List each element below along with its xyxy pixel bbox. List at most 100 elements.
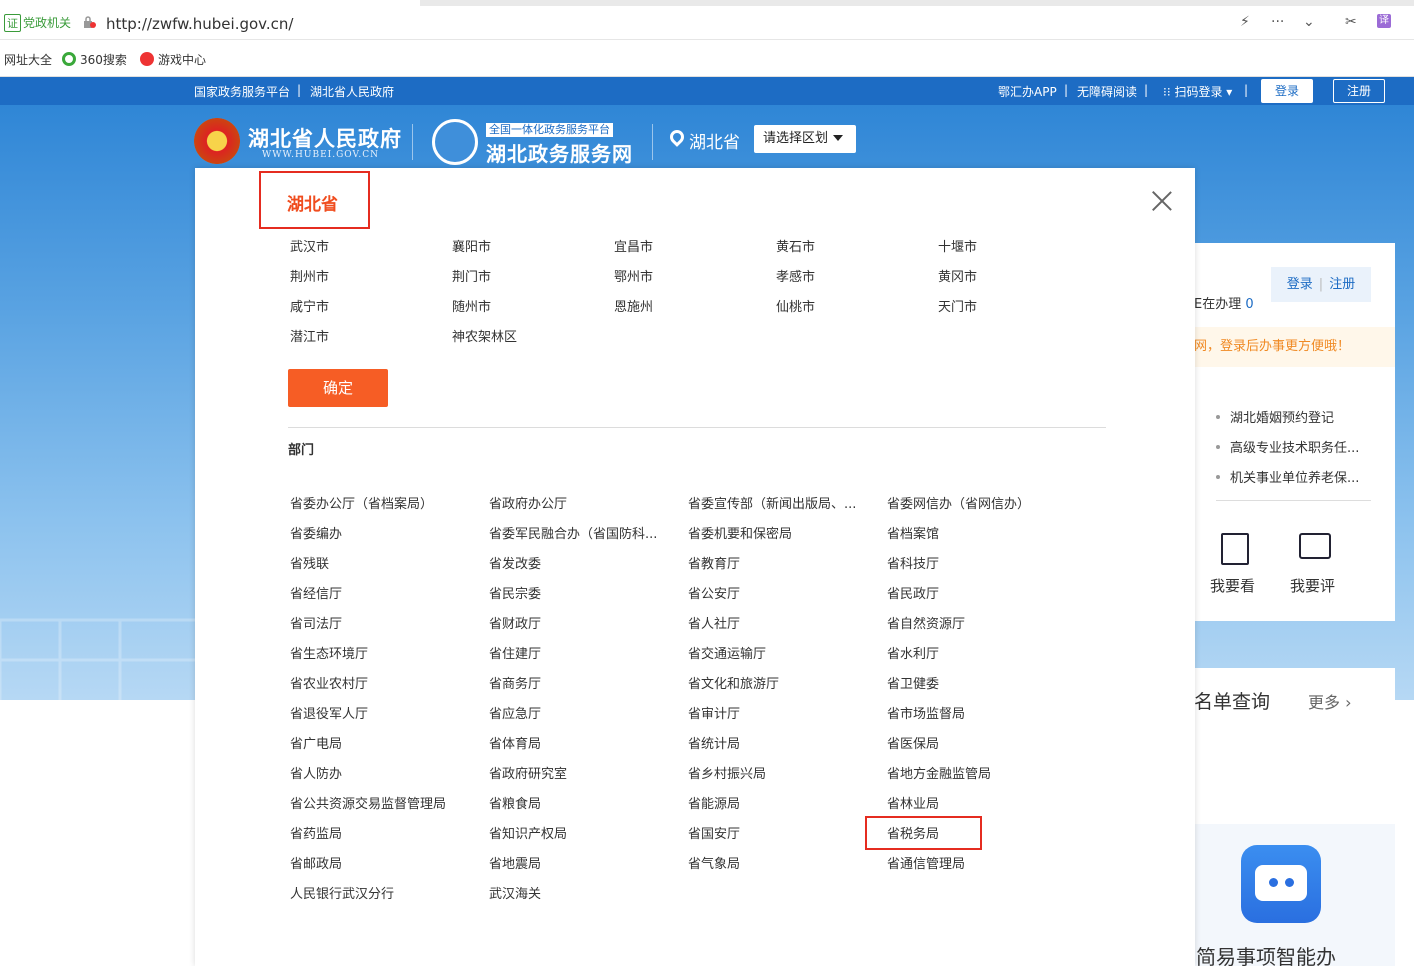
department-item[interactable]: 省委军民融合办（省国防科...: [489, 523, 657, 542]
more-icon[interactable]: ···: [1271, 14, 1284, 30]
city-item[interactable]: 黄石市: [776, 236, 815, 255]
rate-button[interactable]: 我要评: [1290, 575, 1335, 596]
department-item[interactable]: 省残联: [290, 553, 329, 572]
department-item[interactable]: 省退役军人厅: [290, 703, 368, 722]
department-item[interactable]: 省市场监督局: [887, 703, 965, 722]
city-item[interactable]: 荆门市: [452, 266, 491, 285]
city-item[interactable]: 天门市: [938, 296, 977, 315]
department-item[interactable]: 省林业局: [887, 793, 939, 812]
department-item[interactable]: 省体育局: [489, 733, 541, 752]
list-item[interactable]: 机关事业单位养老保...: [1216, 467, 1359, 486]
cert-label[interactable]: 证党政机关: [4, 14, 71, 32]
department-item[interactable]: 省住建厅: [489, 643, 541, 662]
city-item[interactable]: 潜江市: [290, 326, 329, 345]
confirm-button[interactable]: 确定: [288, 369, 388, 407]
link-provincial-gov[interactable]: 湖北省人民政府: [310, 83, 394, 100]
city-item[interactable]: 鄂州市: [614, 266, 653, 285]
department-item[interactable]: 省乡村振兴局: [688, 763, 766, 782]
city-item[interactable]: 神农架林区: [452, 326, 517, 345]
city-item[interactable]: 武汉市: [290, 236, 329, 255]
department-item[interactable]: 省医保局: [887, 733, 939, 752]
department-item[interactable]: 省能源局: [688, 793, 740, 812]
list-query-title[interactable]: 名单查询: [1194, 687, 1270, 714]
bookmark-item[interactable]: 游戏中心: [140, 51, 206, 68]
robot-icon[interactable]: [1241, 845, 1321, 923]
department-item[interactable]: 省药监局: [290, 823, 342, 842]
bookmark-item[interactable]: 网址大全: [4, 51, 52, 68]
city-item[interactable]: 仙桃市: [776, 296, 815, 315]
city-item[interactable]: 随州市: [452, 296, 491, 315]
department-item[interactable]: 省政府办公厅: [489, 493, 567, 512]
document-view-icon[interactable]: [1221, 533, 1249, 565]
chevron-down-icon[interactable]: ⌄: [1303, 14, 1315, 30]
department-item[interactable]: 省委宣传部（新闻出版局、...: [688, 493, 856, 512]
city-item[interactable]: 黄冈市: [938, 266, 977, 285]
department-item[interactable]: 省商务厅: [489, 673, 541, 692]
lightning-icon[interactable]: ⚡: [1240, 14, 1250, 30]
more-link[interactable]: 更多 ›: [1308, 689, 1352, 713]
department-item[interactable]: 省委网信办（省网信办）: [887, 493, 1030, 512]
department-item[interactable]: 省知识产权局: [489, 823, 567, 842]
department-item[interactable]: 省卫健委: [887, 673, 939, 692]
region-select[interactable]: 请选择区划: [754, 125, 856, 153]
header-login-button[interactable]: 登录: [1261, 79, 1313, 103]
department-item[interactable]: 省气象局: [688, 853, 740, 872]
department-item[interactable]: 省统计局: [688, 733, 740, 752]
department-item[interactable]: 省委办公厅（省档案局）: [290, 493, 433, 512]
list-item[interactable]: 高级专业技术职务任...: [1216, 437, 1359, 456]
gov-title[interactable]: 湖北省人民政府: [248, 123, 402, 153]
in-progress-count[interactable]: 0: [1245, 297, 1253, 312]
department-item[interactable]: 省委机要和保密局: [688, 523, 792, 542]
department-item[interactable]: 人民银行武汉分行: [290, 883, 394, 902]
department-item[interactable]: 省交通运输厅: [688, 643, 766, 662]
department-item[interactable]: 省人社厅: [688, 613, 740, 632]
department-item[interactable]: 省通信管理局: [887, 853, 965, 872]
city-item[interactable]: 恩施州: [614, 296, 653, 315]
department-item[interactable]: 省邮政局: [290, 853, 342, 872]
see-button[interactable]: 我要看: [1210, 575, 1255, 596]
header-register-button[interactable]: 注册: [1333, 79, 1385, 103]
city-item[interactable]: 孝感市: [776, 266, 815, 285]
panel-login-link[interactable]: 登录: [1287, 277, 1313, 292]
link-app[interactable]: 鄂汇办APP: [998, 83, 1057, 100]
department-item[interactable]: 省财政厅: [489, 613, 541, 632]
department-item[interactable]: 省广电局: [290, 733, 342, 752]
city-item[interactable]: 襄阳市: [452, 236, 491, 255]
department-item[interactable]: 省政府研究室: [489, 763, 567, 782]
link-accessibility[interactable]: 无障碍阅读: [1077, 83, 1137, 100]
department-item[interactable]: 省司法厅: [290, 613, 342, 632]
url-input[interactable]: http://zwfw.hubei.gov.cn/: [106, 15, 293, 33]
city-item[interactable]: 宜昌市: [614, 236, 653, 255]
department-item[interactable]: 省文化和旅游厅: [688, 673, 779, 692]
smart-service-title[interactable]: 简易事项智能办: [1196, 941, 1336, 966]
department-item[interactable]: 省档案馆: [887, 523, 939, 542]
department-item[interactable]: 武汉海关: [489, 883, 541, 902]
department-item[interactable]: 省科技厅: [887, 553, 939, 572]
department-item[interactable]: 省民政厅: [887, 583, 939, 602]
close-icon[interactable]: [1151, 190, 1173, 212]
department-item[interactable]: 省发改委: [489, 553, 541, 572]
department-item[interactable]: 省公共资源交易监督管理局: [290, 793, 446, 812]
insecure-lock-icon[interactable]: [82, 15, 96, 29]
department-item[interactable]: 省自然资源厅: [887, 613, 965, 632]
list-item[interactable]: 湖北婚姻预约登记: [1216, 407, 1334, 426]
bookmark-item[interactable]: 360搜索: [62, 51, 127, 68]
link-national-platform[interactable]: 国家政务服务平台: [194, 83, 290, 100]
province-title[interactable]: 湖北省: [287, 190, 338, 215]
department-item[interactable]: 省应急厅: [489, 703, 541, 722]
translate-icon[interactable]: 译: [1377, 14, 1391, 28]
department-item[interactable]: 省经信厅: [290, 583, 342, 602]
department-item[interactable]: 省国安厅: [688, 823, 740, 842]
service-title[interactable]: 湖北政务服务网: [486, 138, 633, 167]
panel-register-link[interactable]: 注册: [1329, 277, 1355, 292]
department-item[interactable]: 省生态环境厅: [290, 643, 368, 662]
department-item[interactable]: 省审计厅: [688, 703, 740, 722]
city-item[interactable]: 咸宁市: [290, 296, 329, 315]
department-item[interactable]: 省地震局: [489, 853, 541, 872]
department-item[interactable]: 省农业农村厅: [290, 673, 368, 692]
department-item[interactable]: 省民宗委: [489, 583, 541, 602]
department-item[interactable]: 省水利厅: [887, 643, 939, 662]
department-item[interactable]: 省人防办: [290, 763, 342, 782]
department-item[interactable]: 省委编办: [290, 523, 342, 542]
qr-login-dropdown[interactable]: ⁝⁝ 扫码登录 ▾: [1163, 83, 1232, 100]
